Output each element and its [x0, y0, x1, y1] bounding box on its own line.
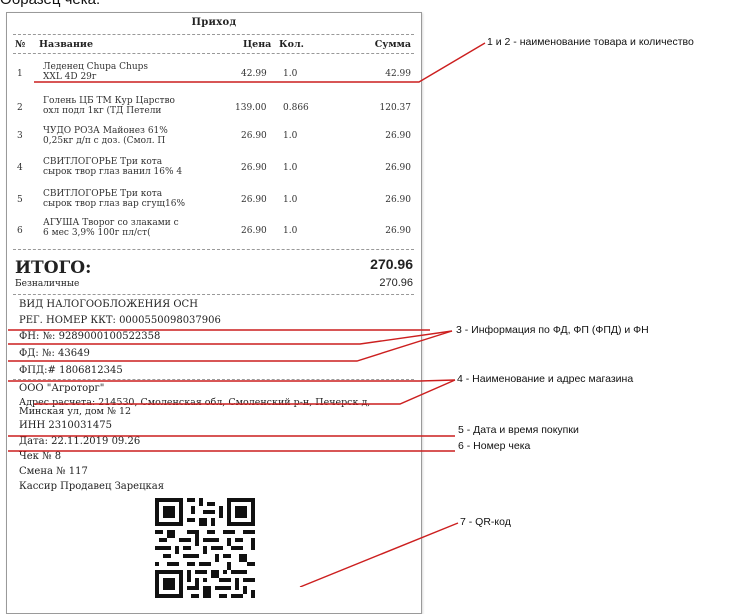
item-price: 26.90	[241, 226, 267, 236]
fd-number: ФД: №: 43649	[19, 348, 90, 359]
item-price: 26.90	[241, 163, 267, 173]
annotation-4: 4 - Наименование и адрес магазина	[457, 373, 634, 385]
item-sum: 26.90	[385, 131, 411, 141]
item-name: Леденец Chupa Chups	[43, 62, 149, 72]
page-caption: Образец чека:	[0, 0, 100, 8]
divider	[13, 379, 414, 380]
item-name: 6 мес 3,9% 100г пл/ст(	[43, 228, 151, 238]
total-value: 270.96	[370, 256, 413, 272]
cashless-label: Безналичные	[15, 279, 80, 289]
org-name: ООО "Агроторг"	[19, 383, 105, 394]
divider	[13, 249, 414, 250]
item-sum: 26.90	[385, 195, 411, 205]
item-qty: 1.0	[283, 69, 298, 79]
item-name: СВИТЛОГОРЬЕ Три кота	[43, 157, 163, 167]
annotation-7: 7 - QR-код	[460, 516, 511, 528]
header-no: №	[15, 39, 26, 50]
item-name: XXL 4D 29г	[43, 72, 97, 82]
receipt: Приход № Название Цена Кол. Сумма 1 Леде…	[6, 12, 422, 614]
item-price: 42.99	[241, 69, 267, 79]
cashier: Кассир Продавец Зарецкая	[19, 481, 165, 492]
divider	[13, 294, 414, 295]
item-sum: 42.99	[385, 69, 411, 79]
header-qty: Кол.	[279, 39, 304, 50]
item-qty: 1.0	[283, 131, 298, 141]
fpd-number: ФПД:# 1806812345	[19, 365, 123, 376]
inn: ИНН 2310031475	[19, 420, 112, 431]
item-no: 1	[17, 69, 23, 79]
annotation-5: 5 - Дата и время покупки	[458, 424, 579, 436]
item-price: 139.00	[235, 103, 267, 113]
purchase-date: Дата: 22.11.2019 09.26	[19, 436, 141, 447]
annotation-1-2: 1 и 2 - наименование товара и количество	[487, 36, 694, 48]
address-line: Минская ул, дом № 12	[19, 406, 132, 417]
item-qty: 0.866	[283, 103, 309, 113]
item-name: охл подл 1кг (ТД Петели	[43, 106, 162, 116]
item-name: 0,25кг д/п с доз. (Смол. П	[43, 136, 166, 146]
item-no: 6	[17, 226, 23, 236]
divider	[13, 53, 414, 54]
annotation-3: 3 - Информация по ФД, ФП (ФПД) и ФН	[456, 324, 649, 336]
item-price: 26.90	[241, 131, 267, 141]
cashless-value: 270.96	[379, 277, 413, 289]
header-price: Цена	[243, 39, 272, 50]
item-sum: 26.90	[385, 163, 411, 173]
item-no: 5	[17, 195, 23, 205]
check-number: Чек № 8	[19, 451, 62, 462]
item-qty: 1.0	[283, 226, 298, 236]
item-no: 2	[17, 103, 23, 113]
item-qty: 1.0	[283, 163, 298, 173]
receipt-title: Приход	[191, 17, 237, 28]
item-name: сырок твор глаз вар сгущ16%	[43, 199, 186, 209]
tax-system: ВИД НАЛОГООБЛОЖЕНИЯ ОСН	[19, 299, 198, 310]
item-no: 3	[17, 131, 23, 141]
shift-number: Смена № 117	[19, 466, 88, 477]
header-sum: Сумма	[374, 39, 411, 50]
item-name: СВИТЛОГОРЬЕ Три кота	[43, 189, 163, 199]
fn-number: ФН: №: 9289000100522358	[19, 331, 161, 342]
header-name: Название	[39, 39, 93, 50]
item-price: 26.90	[241, 195, 267, 205]
item-sum: 26.90	[385, 226, 411, 236]
item-name: АГУША Творог со злаками с	[43, 218, 179, 228]
item-name: ЧУДО РОЗА Майонез 61%	[43, 126, 168, 136]
item-sum: 120.37	[379, 103, 412, 113]
item-no: 4	[17, 163, 23, 173]
total-label: ИТОГО:	[15, 258, 92, 278]
kkt-number: РЕГ. НОМЕР ККТ: 0000550098037906	[19, 315, 221, 326]
divider	[13, 34, 414, 35]
annotation-6: 6 - Номер чека	[458, 440, 531, 452]
item-qty: 1.0	[283, 195, 298, 205]
item-name: сырок твор глаз ванил 16% 4	[43, 167, 183, 177]
qr-code	[155, 498, 255, 598]
item-name: Голень ЦБ ТМ Кур Царство	[43, 96, 175, 106]
